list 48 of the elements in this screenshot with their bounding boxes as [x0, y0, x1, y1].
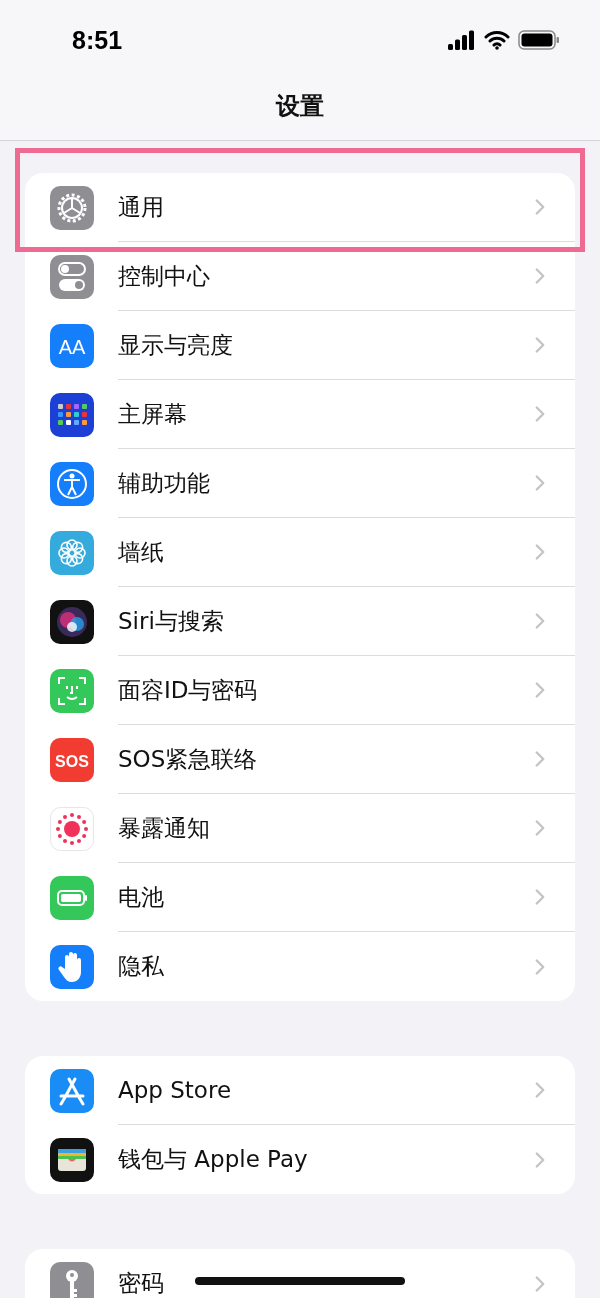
hand-icon — [50, 944, 94, 989]
row-label: 暴露通知 — [118, 813, 210, 843]
row-label: 电池 — [118, 882, 164, 912]
settings-row[interactable]: Siri与搜索 — [25, 587, 575, 656]
row-label: 密码 — [118, 1269, 164, 1298]
settings-row[interactable]: 电池 — [25, 863, 575, 932]
settings-row[interactable]: 暴露通知 — [25, 794, 575, 863]
row-label: 隐私 — [118, 952, 164, 981]
settings-row[interactable]: SOS SOS紧急联络 — [25, 725, 575, 794]
status-time: 8:51 — [72, 25, 123, 55]
settings-row[interactable]: 钱包与 Apple Pay — [25, 1125, 575, 1194]
siri-icon — [50, 599, 94, 644]
battery-status-icon — [518, 30, 560, 50]
row-label: 墙纸 — [118, 537, 164, 567]
settings-row[interactable]: 面容ID与密码 — [25, 656, 575, 725]
grid-icon — [50, 392, 94, 437]
row-label: 辅助功能 — [118, 468, 210, 498]
sos-icon: SOS — [50, 737, 94, 782]
row-label: 钱包与 Apple Pay — [118, 1145, 308, 1174]
row-label: 面容ID与密码 — [118, 675, 258, 705]
text-size-icon: AA — [50, 323, 94, 368]
settings-row[interactable]: 墙纸 — [25, 518, 575, 587]
face-id-icon — [50, 668, 94, 713]
row-label: 通用 — [118, 192, 164, 222]
row-label: Siri与搜索 — [118, 606, 224, 636]
settings-row[interactable]: AA 显示与亮度 — [25, 311, 575, 380]
wifi-icon — [484, 30, 510, 50]
gear-icon — [50, 185, 94, 230]
signal-icon — [448, 30, 476, 50]
battery-icon — [50, 875, 94, 920]
toggles-icon — [50, 254, 94, 299]
row-label: SOS紧急联络 — [118, 744, 258, 774]
app-store-icon — [50, 1068, 94, 1113]
settings-row[interactable]: 主屏幕 — [25, 380, 575, 449]
row-label: App Store — [118, 1077, 232, 1103]
page-title: 设置 — [276, 91, 324, 122]
row-label: 主屏幕 — [118, 399, 187, 429]
settings-row[interactable]: App Store — [25, 1056, 575, 1125]
accessibility-icon — [50, 461, 94, 506]
flower-icon — [50, 530, 94, 575]
wallet-icon — [50, 1137, 94, 1182]
row-label: 显示与亮度 — [118, 330, 233, 360]
settings-row[interactable]: 通用 — [25, 173, 575, 242]
settings-row[interactable]: 控制中心 — [25, 242, 575, 311]
exposure-icon — [50, 806, 94, 851]
settings-row[interactable]: 辅助功能 — [25, 449, 575, 518]
row-label: 控制中心 — [118, 261, 210, 291]
settings-row[interactable]: 隐私 — [25, 932, 575, 1001]
